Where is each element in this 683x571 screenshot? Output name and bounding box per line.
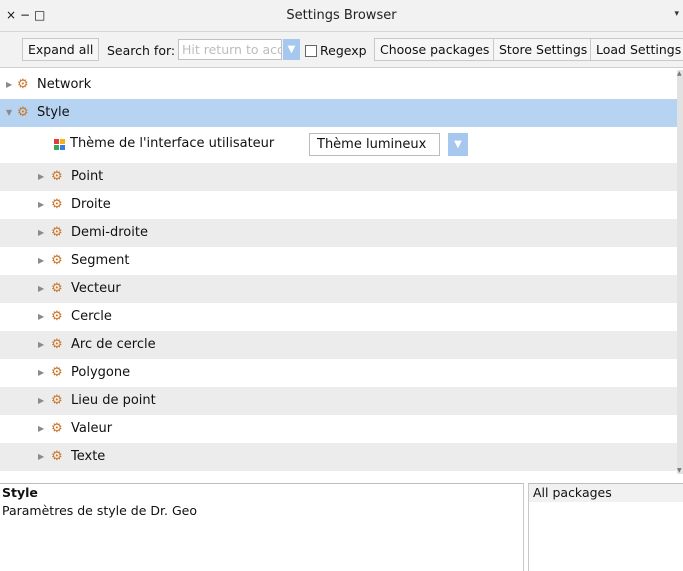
regexp-checkbox[interactable] xyxy=(305,45,317,57)
settings-wrench-icon: ⚙ xyxy=(51,337,63,352)
tree-node-label: Lieu de point xyxy=(71,393,156,408)
toolbar: Expand all Search for: Hit return to acc… xyxy=(0,32,683,68)
tree-node-label: Point xyxy=(71,169,104,184)
settings-wrench-icon: ⚙ xyxy=(51,365,63,380)
tree-node-style[interactable]: ▼ ⚙ Style xyxy=(0,99,677,127)
expand-arrow-icon[interactable]: ▶ xyxy=(6,71,12,99)
regexp-label[interactable]: Regexp xyxy=(320,43,367,58)
expand-arrow-icon[interactable]: ▶ xyxy=(38,191,44,219)
expand-all-button[interactable]: Expand all xyxy=(22,38,100,61)
expand-arrow-icon[interactable]: ▶ xyxy=(38,359,44,387)
expand-arrow-icon[interactable]: ▶ xyxy=(38,443,44,471)
tree-node-theme[interactable]: Thème de l'interface utilisateur Thème l… xyxy=(0,130,677,158)
tree-node-polygone[interactable]: ▶ ⚙ Polygone xyxy=(0,359,677,387)
expand-arrow-icon[interactable]: ▶ xyxy=(38,303,44,331)
scroll-up-icon[interactable]: ▲ xyxy=(677,70,682,77)
settings-wrench-icon: ⚙ xyxy=(17,77,29,92)
theme-setting-label: Thème de l'interface utilisateur xyxy=(70,136,275,151)
search-label: Search for: xyxy=(107,43,176,58)
tree-node-segment[interactable]: ▶ ⚙ Segment xyxy=(0,247,677,275)
choose-packages-button[interactable]: Choose packages xyxy=(374,38,496,61)
expand-arrow-icon[interactable]: ▶ xyxy=(38,275,44,303)
tree-node-label: Cercle xyxy=(71,309,112,324)
packages-list[interactable]: All packages xyxy=(528,483,683,571)
description-pane: Style Paramètres de style de Dr. Geo xyxy=(0,483,524,571)
expand-arrow-icon[interactable]: ▶ xyxy=(38,219,44,247)
settings-wrench-icon: ⚙ xyxy=(51,309,63,324)
settings-wrench-icon: ⚙ xyxy=(17,105,29,120)
description-text: Paramètres de style de Dr. Geo xyxy=(2,503,197,518)
tree-node-label: Arc de cercle xyxy=(71,337,156,352)
tree-node-label: Droite xyxy=(71,197,111,212)
settings-wrench-icon: ⚙ xyxy=(51,281,63,296)
expand-arrow-icon[interactable]: ▶ xyxy=(38,163,44,191)
tree-node-label: Network xyxy=(37,77,92,92)
tree-node-demi-droite[interactable]: ▶ ⚙ Demi-droite xyxy=(0,219,677,247)
tree-node-vecteur[interactable]: ▶ ⚙ Vecteur xyxy=(0,275,677,303)
settings-wrench-icon: ⚙ xyxy=(51,449,63,464)
tree-scrollbar[interactable]: ▲ ▼ xyxy=(677,70,683,474)
store-settings-button[interactable]: Store Settings xyxy=(493,38,594,61)
tree-node-label: Vecteur xyxy=(71,281,121,296)
tree-node-texte[interactable]: ▶ ⚙ Texte xyxy=(0,443,677,471)
scroll-down-icon[interactable]: ▼ xyxy=(677,467,682,474)
tree-node-label: Polygone xyxy=(71,365,131,380)
tree-node-network[interactable]: ▶ ⚙ Network xyxy=(0,71,677,99)
description-title: Style xyxy=(2,485,38,500)
window-menu-icon[interactable]: ▾ xyxy=(674,9,679,19)
title-bar: × − □ Settings Browser ▾ xyxy=(0,0,683,32)
expand-arrow-icon[interactable]: ▶ xyxy=(38,415,44,443)
expand-arrow-icon[interactable]: ▶ xyxy=(38,247,44,275)
settings-wrench-icon: ⚙ xyxy=(51,421,63,436)
tree-node-label: Demi-droite xyxy=(71,225,148,240)
tree-node-point[interactable]: ▶ ⚙ Point xyxy=(0,163,677,191)
settings-wrench-icon: ⚙ xyxy=(51,393,63,408)
theme-grid-icon xyxy=(54,139,65,150)
window-title: Settings Browser xyxy=(286,8,397,23)
tree-node-lieu-de-point[interactable]: ▶ ⚙ Lieu de point xyxy=(0,387,677,415)
tree-node-label: Texte xyxy=(71,449,106,464)
collapse-arrow-icon[interactable]: ▼ xyxy=(6,99,12,127)
list-item[interactable]: All packages xyxy=(529,484,683,502)
search-history-dropdown[interactable]: ▼ xyxy=(283,39,300,60)
theme-select[interactable]: Thème lumineux xyxy=(309,133,440,156)
tree-node-valeur[interactable]: ▶ ⚙ Valeur xyxy=(0,415,677,443)
load-settings-button[interactable]: Load Settings xyxy=(590,38,683,61)
search-input[interactable]: Hit return to acc xyxy=(178,39,282,60)
tree-node-label: Valeur xyxy=(71,421,113,436)
expand-arrow-icon[interactable]: ▶ xyxy=(38,331,44,359)
tree-node-label: Segment xyxy=(71,253,130,268)
tree-node-droite[interactable]: ▶ ⚙ Droite xyxy=(0,191,677,219)
expand-arrow-icon[interactable]: ▶ xyxy=(38,387,44,415)
settings-wrench-icon: ⚙ xyxy=(51,253,63,268)
chevron-down-icon[interactable]: ▼ xyxy=(448,133,468,156)
tree-node-arc-de-cercle[interactable]: ▶ ⚙ Arc de cercle xyxy=(0,331,677,359)
settings-wrench-icon: ⚙ xyxy=(51,197,63,212)
settings-wrench-icon: ⚙ xyxy=(51,169,63,184)
tree-node-label: Style xyxy=(37,105,70,120)
tree-node-cercle[interactable]: ▶ ⚙ Cercle xyxy=(0,303,677,331)
settings-wrench-icon: ⚙ xyxy=(51,225,63,240)
settings-tree[interactable]: ▶ ⚙ Network ▼ ⚙ Style Thème de l'interfa… xyxy=(0,70,677,474)
